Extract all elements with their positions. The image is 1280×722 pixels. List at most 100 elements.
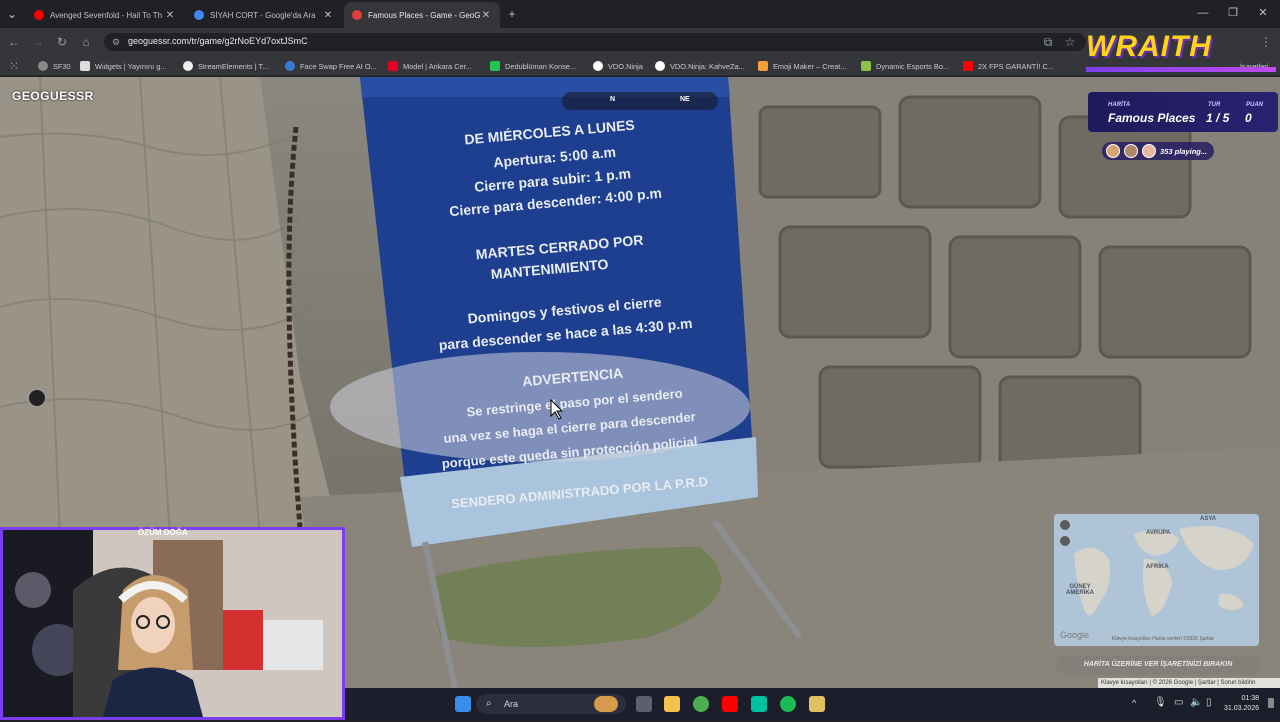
guess-minimap[interactable]: ASYA AVRUPA AFRİKA GÜNEY AMERİKA Google … (1054, 514, 1259, 646)
reload-icon[interactable]: ↻ (54, 34, 70, 50)
zoom-in-icon[interactable] (1060, 520, 1070, 530)
bookmark-label: Model | Ankara Cer... (403, 61, 472, 71)
bookmark-label: VDO.Ninja: KahveZa... (670, 61, 745, 71)
microphone-icon[interactable]: 🎙 (1154, 697, 1167, 708)
site-info-icon[interactable]: ⚙ (108, 34, 124, 50)
bookmark-label: 2X FPS GARANTİ! C... (978, 61, 1054, 71)
tab-geoguessr[interactable]: Famous Places - Game - GeoG ✕ (344, 2, 500, 28)
bookmark-star-icon[interactable]: ☆ (1062, 34, 1078, 50)
chrome-icon[interactable] (693, 696, 709, 712)
bookmark-item[interactable]: Dedublüman Konse... (490, 59, 576, 73)
chevron-up-icon[interactable]: ^ (1132, 698, 1136, 708)
volume-icon[interactable]: 🔈 (1190, 697, 1202, 708)
tab-title: SİYAH CORT - Google'da Ara (210, 10, 316, 20)
app-icon[interactable] (809, 696, 825, 712)
zoom-out-icon[interactable] (1060, 536, 1070, 546)
close-window-icon[interactable]: ✕ (1248, 4, 1278, 22)
bookmark-label: VDO.Ninja (608, 61, 643, 71)
clock-time: 01:38 (1241, 695, 1260, 702)
bookmark-label: Face Swap Free AI O... (300, 61, 377, 71)
menu-kebab-icon[interactable]: ⋮ (1258, 34, 1274, 50)
bookmark-item[interactable]: Emoji Maker – Creat... (758, 59, 847, 73)
logo-text: GEOGUESSR (12, 89, 94, 103)
notification-icon[interactable] (1268, 698, 1274, 708)
restore-icon[interactable]: ❐ (1218, 4, 1248, 22)
bookmark-item[interactable]: Model | Ankara Cer... (388, 59, 472, 73)
search-icon: ⌕ (486, 698, 492, 709)
youtube-icon[interactable] (722, 696, 738, 712)
streamlabs-icon[interactable] (751, 696, 767, 712)
avatar (1124, 144, 1138, 158)
bookmark-item[interactable]: 2X FPS GARANTİ! C... (963, 59, 1054, 73)
bookmark-item[interactable]: VDO.Ninja (593, 59, 643, 73)
return-to-start-icon[interactable] (28, 389, 46, 407)
round-value: 1 / 5 (1206, 111, 1230, 125)
bookmark-label: Widgets | Yayınını g... (95, 61, 167, 71)
home-icon[interactable]: ⌂ (78, 34, 94, 50)
minimize-icon[interactable]: — (1188, 4, 1218, 22)
url-text[interactable]: geoguessr.com/tr/game/g2rNoEYd7oxtJSmC (128, 36, 308, 46)
bookmark-label: Emoji Maker – Creat... (773, 61, 847, 71)
ticket-icon (490, 61, 500, 71)
brand-logo: WRAITH (1086, 30, 1212, 63)
avatar (1142, 144, 1156, 158)
google-footer: Klavye kısayolları | © 2026 Google | Şar… (1098, 678, 1280, 688)
avatar (1106, 144, 1120, 158)
webcam-feed (0, 527, 345, 720)
task-view-icon[interactable] (636, 696, 652, 712)
bookmark-item[interactable]: Dynamic Esports Bo... (861, 59, 949, 73)
tab-title: Avenged Sevenfold - Hail To Th (50, 10, 163, 20)
map-label-africa: AFRİKA (1146, 564, 1169, 570)
vdo-ninja-icon (593, 61, 603, 71)
apps-grid-icon[interactable]: ⁙ (6, 58, 22, 74)
taskbar-clock[interactable]: 01:38 31.03.2026 (1224, 694, 1259, 714)
round-label: TUR (1208, 102, 1221, 108)
tab-avenged-sevenfold[interactable]: Avenged Sevenfold - Hail To Th ✕ (26, 2, 184, 28)
spotify-icon[interactable] (780, 696, 796, 712)
bookmark-item[interactable]: Widgets | Yayınını g... (80, 59, 166, 73)
tab-title: Famous Places - Game - GeoG (368, 10, 480, 20)
close-icon[interactable]: ✕ (164, 10, 176, 21)
emoji-maker-icon (758, 61, 768, 71)
search-highlight-icon (594, 696, 618, 712)
map-label-europe: AVRUPA (1146, 530, 1171, 536)
map-value: Famous Places (1108, 111, 1196, 125)
globe-icon (38, 61, 48, 71)
geoguessr-logo[interactable]: GEOGUESSR (12, 89, 94, 103)
bookmark-item[interactable]: VDO.Ninja: KahveZa... (655, 59, 745, 73)
map-label-asia: ASYA (1200, 516, 1217, 522)
battery-icon[interactable]: ▯ (1206, 697, 1212, 708)
esports-icon (861, 61, 871, 71)
geoguessr-pin-icon (352, 10, 362, 20)
streamelements-icon (183, 61, 193, 71)
score-value: 0 (1245, 111, 1252, 125)
windows-start-icon[interactable] (455, 696, 471, 712)
bookmark-item[interactable]: SF30 (38, 59, 71, 73)
bookmark-label: Dynamic Esports Bo... (876, 61, 950, 71)
webcam-image (3, 530, 342, 717)
guess-button[interactable]: HARİTA ÜZERİNE VER İŞARETİNİZİ BIRAKIN (1056, 655, 1260, 675)
compass[interactable] (562, 92, 718, 110)
install-app-icon[interactable]: ⧉ (1040, 34, 1056, 50)
map-label: HARİTA (1108, 102, 1131, 108)
plus-icon[interactable]: + (504, 6, 520, 22)
pinterest-icon (388, 61, 398, 71)
tab-search-chevron-icon[interactable]: ⌄ (4, 6, 20, 22)
youtube-icon (34, 10, 44, 20)
compass-northeast: NE (680, 96, 690, 103)
bookmark-item[interactable]: Face Swap Free AI O... (285, 59, 377, 73)
google-logo: Google (1060, 630, 1090, 640)
bookmark-item[interactable]: StreamElements | T... (183, 59, 268, 73)
tab-google-search[interactable]: SİYAH CORT - Google'da Ara ✕ (186, 2, 342, 28)
close-icon[interactable]: ✕ (322, 10, 334, 21)
streamer-name: ÖZÜM DOĞA (138, 528, 188, 537)
map-label-south-america: GÜNEY AMERİKA (1066, 584, 1094, 596)
bookmark-label: Dedublüman Konse... (505, 61, 577, 71)
network-icon[interactable]: ▭ (1174, 697, 1183, 708)
forward-icon[interactable]: → (30, 34, 46, 50)
back-icon[interactable]: ← (6, 34, 22, 50)
file-explorer-icon[interactable] (664, 696, 680, 712)
bookmark-label: SF30 (53, 61, 71, 71)
faceswap-icon (285, 61, 295, 71)
close-icon[interactable]: ✕ (480, 10, 492, 21)
